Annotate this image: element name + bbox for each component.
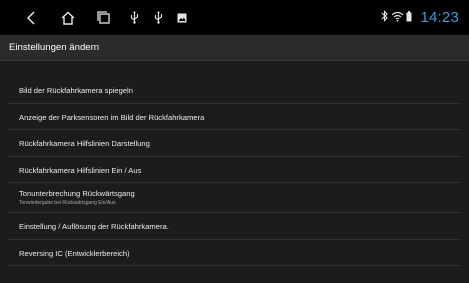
setting-mirror-camera[interactable]: Bild der Rückfahrkamera spiegeln: [8, 77, 461, 104]
setting-reverse-mute[interactable]: Tonunterbrechung Rückwärtsgang Tonwieder…: [8, 183, 461, 213]
wifi-icon: [391, 9, 404, 27]
usb-icon: [151, 0, 165, 35]
status-indicators: 14:23: [381, 0, 459, 35]
setting-label: Rückfahrkamera Hilfslinien Darstellung: [19, 139, 150, 148]
home-icon[interactable]: [58, 0, 78, 35]
clock: 14:23: [420, 9, 459, 26]
setting-label: Tonunterbrechung Rückwärtsgang: [19, 189, 135, 198]
setting-reversing-ic[interactable]: Reversing IC (Entwicklerbereich): [8, 239, 461, 266]
setting-label: Reversing IC (Entwicklerbereich): [19, 248, 130, 258]
usb-icon: [127, 0, 141, 35]
setting-label: Bild der Rückfahrkamera spiegeln: [19, 86, 133, 95]
image-notification-icon: [175, 0, 189, 35]
back-icon[interactable]: [22, 0, 40, 35]
setting-label: Einstellung / Auflösung der Rückfahrkame…: [19, 222, 169, 231]
setting-label: Rückfahrkamera Hilfslinien Ein / Aus: [19, 165, 142, 175]
setting-parksensor-overlay[interactable]: Anzeige der Parksensoren im Bild der Rüc…: [8, 103, 461, 130]
bluetooth-icon: [381, 9, 389, 27]
setting-sublabel: Tonwiedergabe bei Rückwärtsgang Ein/Aus: [19, 200, 116, 206]
title-bar: Einstellungen ändern: [0, 35, 469, 61]
status-bar: 14:23: [0, 0, 469, 35]
battery-icon: [406, 9, 412, 27]
setting-guidelines-style[interactable]: Rückfahrkamera Hilfslinien Darstellung: [8, 130, 461, 157]
setting-camera-resolution[interactable]: Einstellung / Auflösung der Rückfahrkame…: [8, 213, 461, 240]
setting-guidelines-toggle[interactable]: Rückfahrkamera Hilfslinien Ein / Aus: [8, 156, 461, 183]
setting-label: Anzeige der Parksensoren im Bild der Rüc…: [19, 112, 205, 122]
screen: 14:23 Einstellungen ändern Bild der Rück…: [0, 0, 469, 283]
settings-list: Bild der Rückfahrkamera spiegeln Anzeige…: [8, 77, 461, 266]
recent-apps-icon[interactable]: [94, 0, 112, 35]
page-title: Einstellungen ändern: [9, 42, 100, 53]
